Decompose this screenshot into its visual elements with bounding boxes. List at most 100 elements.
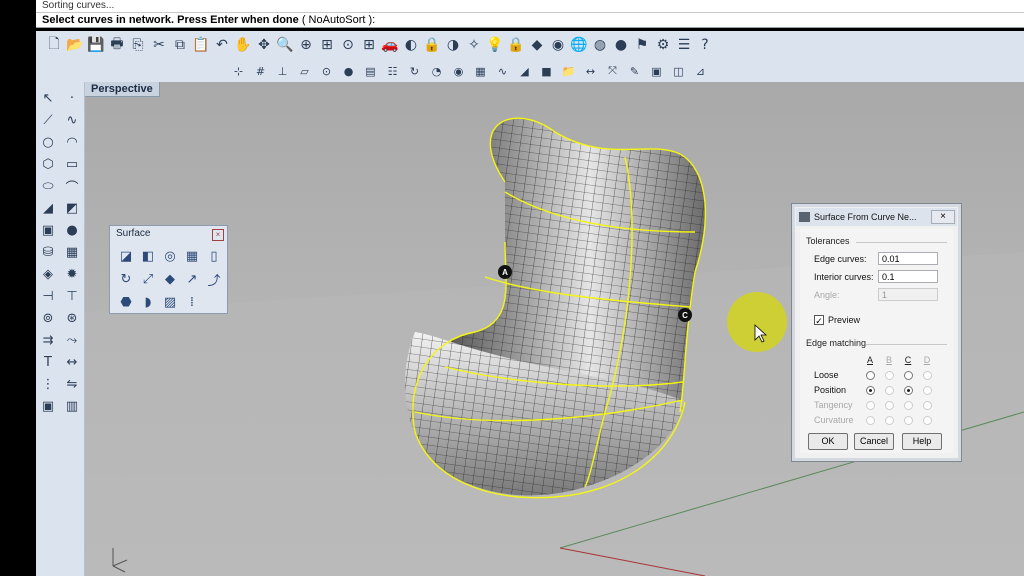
render-icon[interactable]: ◉ [548,35,568,55]
flag-icon[interactable]: ⚑ [632,35,652,55]
angle-field[interactable]: 1 [878,288,938,301]
surface-icon[interactable]: ◢ [36,198,60,218]
surface-corner-icon[interactable]: ◪ [116,246,136,266]
pan-icon[interactable]: ✋ [233,35,253,55]
block-icon[interactable]: ▣ [646,62,667,80]
curve-icon[interactable]: ∿ [492,62,513,80]
folder-icon[interactable]: 📁 [558,62,579,80]
paint-icon[interactable]: ◆ [527,35,547,55]
viewport-layout-icon[interactable]: ⊞ [359,35,379,55]
radio-position-a[interactable] [866,386,875,395]
split-icon[interactable]: ⊤ [60,286,84,306]
layer-icon[interactable]: ▤ [360,62,381,80]
move-icon[interactable]: ✥ [254,35,274,55]
edge-curves-field[interactable]: 0.01 [878,252,938,265]
command-prompt[interactable]: Select curves in network. Press Enter wh… [36,12,1024,28]
radio-tangency-a[interactable] [866,401,875,410]
surface-points-icon[interactable]: ⁞ [182,292,202,312]
offset-icon[interactable]: ⇉ [36,330,60,350]
point-icon[interactable]: · [60,88,84,108]
interior-curves-field[interactable]: 0.1 [878,270,938,283]
zoom-icon[interactable]: 🔍 [275,35,295,55]
rectangle-icon[interactable]: ▭ [60,154,84,174]
preview-checkbox[interactable]: ✓ [814,315,824,326]
paste-icon[interactable]: 📋 [191,35,211,55]
radio-curvature-b[interactable] [885,416,894,425]
properties-icon[interactable]: ☷ [382,62,403,80]
snap-icon[interactable]: ⊹ [228,62,249,80]
options-icon[interactable]: ☰ [674,35,694,55]
surface-icon[interactable]: ◢ [514,62,535,80]
cylinder-icon[interactable]: ⛁ [36,242,60,262]
dialog-close-button[interactable]: × [931,210,955,224]
show-icon[interactable]: ◑ [443,35,463,55]
hide-icon[interactable]: ◐ [401,35,421,55]
ellipse-icon[interactable]: ⬭ [36,176,60,196]
named-view-icon[interactable]: ◫ [668,62,689,80]
cplane-icon[interactable]: ⊿ [690,62,711,80]
cancel-button[interactable]: Cancel [854,433,894,450]
drafting-icon[interactable]: ✎ [624,62,645,80]
save-icon[interactable]: 💾 [86,35,106,55]
mesh-icon[interactable]: ▦ [60,242,84,262]
radio-loose-b[interactable] [885,371,894,380]
fillet-icon[interactable]: ⌒ [60,176,84,196]
group-icon[interactable]: ⊚ [36,308,60,328]
radio-position-c[interactable] [904,386,913,395]
layout-icon[interactable]: ▥ [60,396,84,416]
radio-tangency-d[interactable] [923,401,932,410]
globe-icon[interactable]: 🌐 [569,35,589,55]
surface-image-icon[interactable]: ▨ [160,292,180,312]
surface-extrude-icon[interactable]: ▯ [204,246,224,266]
polyline-icon[interactable]: ⟋ [36,110,60,130]
radio-tangency-c[interactable] [904,401,913,410]
car-icon[interactable]: 🚗 [380,35,400,55]
boolean-icon[interactable]: ◈ [36,264,60,284]
new-icon[interactable]: 🗋 [44,35,64,55]
radio-curvature-c[interactable] [904,416,913,425]
analysis-icon[interactable]: ◔ [426,62,447,80]
mirror-icon[interactable]: ⇋ [60,374,84,394]
array-icon[interactable]: ⋮ [36,374,60,394]
ungroup-icon[interactable]: ⊛ [60,308,84,328]
render-icon[interactable]: ◉ [448,62,469,80]
ortho-icon[interactable]: ⊥ [272,62,293,80]
block-icon[interactable]: ▣ [36,396,60,416]
surface-planar-icon[interactable]: ◎ [160,246,180,266]
box-icon[interactable]: ▣ [36,220,60,240]
copy-icon[interactable]: ⧉ [170,35,190,55]
surface-toolbar-panel[interactable]: Surface × ◪ ◧ ◎ ▦ ▯ ↻ ⤢ ◆ ↗ ⤴ ⬣ ◗ ▨ ⁞ [109,225,228,314]
arc-icon[interactable]: ◠ [60,132,84,152]
surface-panel-title[interactable]: Surface [110,226,227,242]
bulb-icon[interactable]: 💡 [485,35,505,55]
surface-rail-icon[interactable]: ⤢ [138,269,158,289]
text-icon[interactable]: T [36,352,60,372]
surface-network-icon[interactable]: ▦ [182,246,202,266]
radio-position-b[interactable] [885,386,894,395]
radio-loose-a[interactable] [866,371,875,380]
surface-sweep1-icon[interactable]: ↗ [182,269,202,289]
help-button[interactable]: Help [902,433,942,450]
history-icon[interactable]: ↻ [404,62,425,80]
surface-patch-icon[interactable]: ⬣ [116,292,136,312]
sphere-icon[interactable]: ● [60,220,84,240]
osnap-icon[interactable]: ⊙ [316,62,337,80]
light-icon[interactable]: ✧ [464,35,484,55]
surface-panel-close-icon[interactable]: × [212,229,224,241]
explode-icon[interactable]: ✹ [60,264,84,284]
sphere-icon[interactable]: ● [611,35,631,55]
curve-icon[interactable]: ∿ [60,110,84,130]
join-icon[interactable]: ⤳ [60,330,84,350]
trim-icon[interactable]: ⊣ [36,286,60,306]
open-icon[interactable]: 📂 [65,35,85,55]
radio-curvature-a[interactable] [866,416,875,425]
tools-icon[interactable]: ⚙ [653,35,673,55]
dimension-icon[interactable]: ↔ [60,352,84,372]
print-icon[interactable]: 🖶 [107,35,127,55]
radio-loose-c[interactable] [904,371,913,380]
help-icon[interactable]: ? [695,35,715,55]
select-icon[interactable]: ↖ [36,88,60,108]
cut-icon[interactable]: ✂ [149,35,169,55]
zoom-extents-icon[interactable]: ⊞ [317,35,337,55]
surface-edge-icon[interactable]: ◧ [138,246,158,266]
